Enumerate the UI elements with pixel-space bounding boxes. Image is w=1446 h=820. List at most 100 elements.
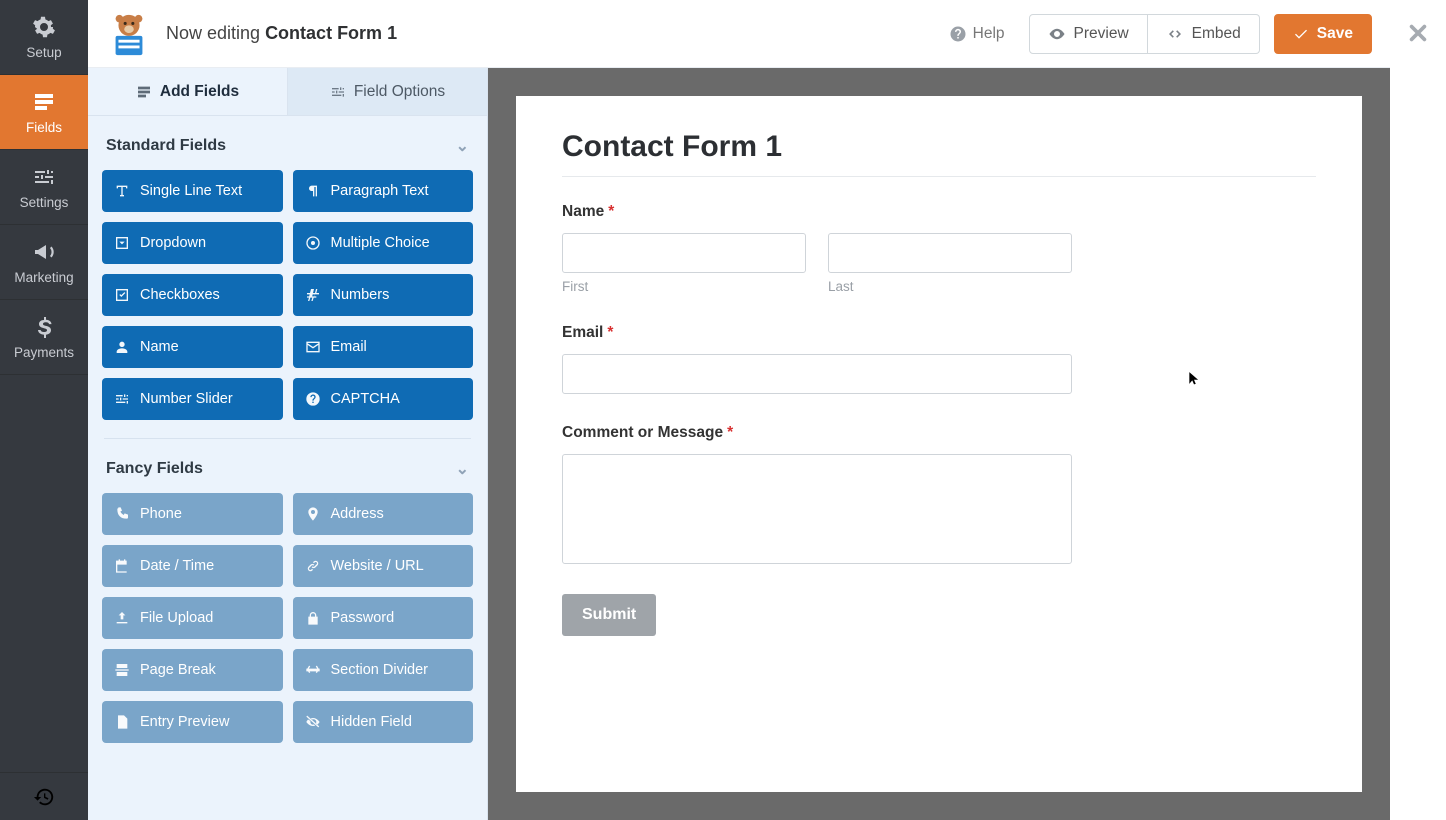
save-label: Save — [1317, 25, 1353, 43]
fields-panel: Add Fields Field Options Standard Fields… — [88, 68, 488, 820]
fancy-fields-label: Fancy Fields — [106, 460, 203, 478]
field-type-label: Section Divider — [331, 662, 429, 678]
embed-button[interactable]: Embed — [1148, 14, 1260, 54]
email-input[interactable] — [562, 354, 1072, 394]
field-type-label: Password — [331, 610, 395, 626]
help-label: Help — [973, 25, 1005, 43]
field-type-phone[interactable]: Phone — [102, 493, 283, 535]
nav-fields[interactable]: Fields — [0, 75, 88, 150]
last-name-input[interactable] — [828, 233, 1072, 273]
paragraph-icon — [305, 183, 321, 199]
field-type-captcha[interactable]: CAPTCHA — [293, 378, 474, 420]
form-icon — [32, 90, 56, 114]
field-type-label: CAPTCHA — [331, 391, 400, 407]
eye-off-icon — [305, 714, 321, 730]
help-link[interactable]: Help — [949, 25, 1005, 43]
required-asterisk: * — [727, 424, 733, 441]
nav-setup[interactable]: Setup — [0, 0, 88, 75]
field-type-numbers[interactable]: Numbers — [293, 274, 474, 316]
required-asterisk: * — [607, 324, 613, 341]
form-canvas: Contact Form 1 Name* First Last — [516, 96, 1362, 792]
field-type-checkboxes[interactable]: Checkboxes — [102, 274, 283, 316]
gear-icon — [32, 15, 56, 39]
form-canvas-wrap: Contact Form 1 Name* First Last — [488, 68, 1390, 820]
field-type-label: Dropdown — [140, 235, 206, 251]
field-message[interactable]: Comment or Message* — [562, 424, 1316, 564]
field-type-name[interactable]: Name — [102, 326, 283, 368]
lock-icon — [305, 610, 321, 626]
nav-history[interactable] — [0, 772, 88, 820]
field-type-email[interactable]: Email — [293, 326, 474, 368]
caret-down-icon — [114, 235, 130, 251]
field-type-multiple-choice[interactable]: Multiple Choice — [293, 222, 474, 264]
name-label: Name* — [562, 203, 1316, 221]
field-type-dropdown[interactable]: Dropdown — [102, 222, 283, 264]
pin-icon — [305, 506, 321, 522]
tab-field-options-label: Field Options — [354, 83, 445, 101]
chevron-down-icon: ⌄ — [456, 136, 469, 156]
field-type-paragraph-text[interactable]: Paragraph Text — [293, 170, 474, 212]
hash-icon — [305, 287, 321, 303]
app-logo — [106, 11, 152, 57]
close-icon — [1407, 22, 1429, 44]
first-name-input[interactable] — [562, 233, 806, 273]
question-icon — [305, 391, 321, 407]
tab-field-options[interactable]: Field Options — [288, 68, 487, 115]
pagebreak-icon — [114, 662, 130, 678]
save-button[interactable]: Save — [1274, 14, 1372, 54]
field-type-number-slider[interactable]: Number Slider — [102, 378, 283, 420]
phone-icon — [114, 506, 130, 522]
link-icon — [305, 558, 321, 574]
field-type-label: Email — [331, 339, 367, 355]
nav-fields-label: Fields — [26, 120, 62, 135]
field-options-icon — [330, 84, 346, 100]
chevron-down-icon: ⌄ — [456, 459, 469, 479]
message-textarea[interactable] — [562, 454, 1072, 564]
standard-fields-label: Standard Fields — [106, 137, 226, 155]
field-type-file-upload[interactable]: File Upload — [102, 597, 283, 639]
field-type-page-break[interactable]: Page Break — [102, 649, 283, 691]
field-type-password[interactable]: Password — [293, 597, 474, 639]
field-type-website-url[interactable]: Website / URL — [293, 545, 474, 587]
message-label-text: Comment or Message — [562, 424, 723, 441]
nav-settings[interactable]: Settings — [0, 150, 88, 225]
field-type-address[interactable]: Address — [293, 493, 474, 535]
sliders-icon — [32, 165, 56, 189]
field-type-hidden-field[interactable]: Hidden Field — [293, 701, 474, 743]
standard-fields-header[interactable]: Standard Fields ⌄ — [102, 116, 473, 164]
field-email[interactable]: Email* — [562, 324, 1316, 394]
dollar-icon — [32, 315, 56, 339]
nav-setup-label: Setup — [26, 45, 61, 60]
preview-label: Preview — [1074, 25, 1129, 43]
first-sublabel: First — [562, 279, 806, 294]
field-type-label: Name — [140, 339, 179, 355]
field-type-label: Number Slider — [140, 391, 233, 407]
divider-icon — [305, 662, 321, 678]
required-asterisk: * — [608, 203, 614, 220]
field-name[interactable]: Name* First Last — [562, 203, 1316, 294]
topbar: Now editing Contact Form 1 Help Preview … — [88, 0, 1390, 68]
nav-marketing[interactable]: Marketing — [0, 225, 88, 300]
field-type-label: File Upload — [140, 610, 213, 626]
check-icon — [114, 287, 130, 303]
last-sublabel: Last — [828, 279, 1072, 294]
field-type-single-line-text[interactable]: Single Line Text — [102, 170, 283, 212]
field-type-entry-preview[interactable]: Entry Preview — [102, 701, 283, 743]
editing-prefix: Now editing — [166, 23, 265, 43]
sliders-icon — [114, 391, 130, 407]
field-type-section-divider[interactable]: Section Divider — [293, 649, 474, 691]
field-type-date-time[interactable]: Date / Time — [102, 545, 283, 587]
tab-add-fields-label: Add Fields — [160, 83, 239, 101]
nav-payments[interactable]: Payments — [0, 300, 88, 375]
field-type-label: Single Line Text — [140, 183, 242, 199]
bullhorn-icon — [32, 240, 56, 264]
close-builder[interactable] — [1390, 0, 1446, 820]
preview-button[interactable]: Preview — [1029, 14, 1148, 54]
submit-button[interactable]: Submit — [562, 594, 656, 636]
field-type-label: Multiple Choice — [331, 235, 430, 251]
tab-add-fields[interactable]: Add Fields — [88, 68, 288, 115]
fancy-fields-header[interactable]: Fancy Fields ⌄ — [102, 439, 473, 487]
nav-settings-label: Settings — [20, 195, 69, 210]
mail-icon — [305, 339, 321, 355]
field-type-label: Paragraph Text — [331, 183, 429, 199]
